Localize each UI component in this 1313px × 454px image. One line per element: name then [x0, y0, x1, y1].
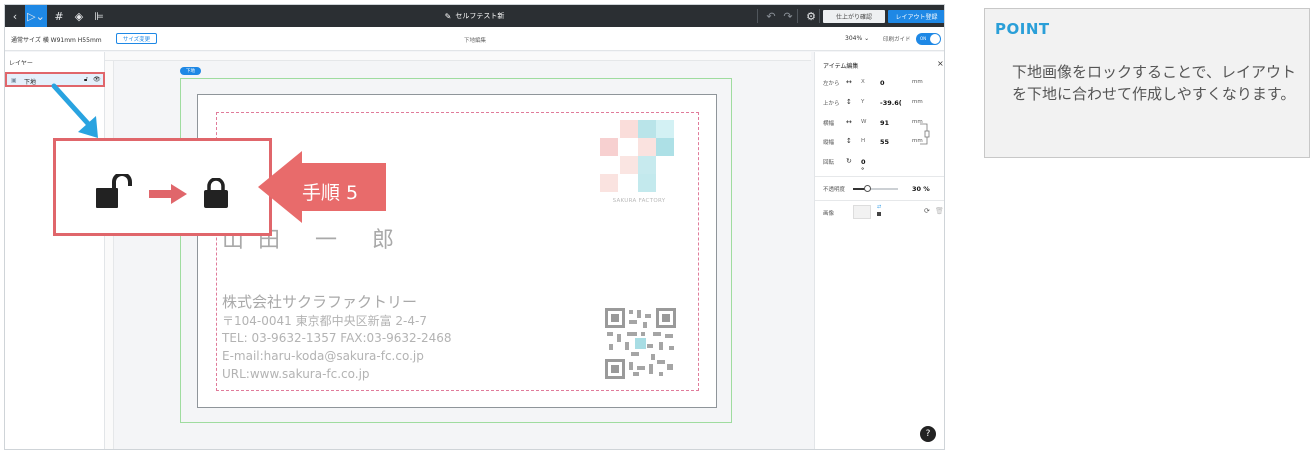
- pen-icon: ✎: [444, 11, 452, 21]
- opacity-value: 30 %: [912, 185, 930, 193]
- height-input[interactable]: 55: [880, 138, 889, 146]
- pointer-arrow: [51, 83, 98, 138]
- unlocked-icon: [96, 174, 132, 208]
- divider: [815, 176, 944, 177]
- zoom-value: 304%: [845, 35, 863, 42]
- arrow-right-icon: [149, 184, 187, 204]
- back-icon[interactable]: ‹: [5, 5, 25, 27]
- point-text: 下地画像をロックすることで、レイアウトを下地に合わせて作成しやすくなります。: [1012, 63, 1296, 103]
- horizontal-arrow-icon: ↔: [846, 118, 852, 126]
- x-input[interactable]: 0: [880, 79, 885, 87]
- point-box: POINT 下地画像をロックすることで、レイアウトを下地に合わせて作成しやすくな…: [984, 8, 1310, 158]
- vertical-arrow-icon: ↕: [846, 137, 852, 145]
- trash-icon[interactable]: 🗑︎: [935, 207, 944, 215]
- divider: [815, 200, 944, 201]
- mode-label: 下地編集: [463, 38, 486, 44]
- y-input[interactable]: -39.6(: [880, 99, 902, 107]
- sakura-logo: [600, 120, 674, 192]
- crop-icon[interactable]: [877, 212, 881, 216]
- phone-line: TEL: 03-9632-1357 FAX:03-9632-2468: [222, 331, 452, 345]
- layer-name: 下地: [24, 79, 37, 86]
- row-label: 左から: [823, 81, 840, 87]
- replace-image-icon[interactable]: ⇄: [877, 204, 881, 210]
- rotate-icon: ↻: [846, 157, 852, 165]
- toggle-knob: [930, 34, 940, 44]
- logo-text: SAKURA FACTORY: [612, 198, 666, 204]
- register-layout-button[interactable]: レイアウト登録: [888, 10, 944, 23]
- settings-icon[interactable]: ⚙: [801, 5, 821, 27]
- item-edit-panel: アイテム編集 × 左から ↔ X 0 mm 上から ↕ Y -39.6( mm …: [814, 52, 944, 449]
- top-toolbar: ‹ ▷⌄ # ◈ ⊫ ✎ セルフテスト新 ↶ ↷ ⚙ 仕上がり確認 レイアウト登…: [5, 5, 944, 27]
- opacity-slider[interactable]: [853, 185, 898, 192]
- url-line: URL:www.sakura-fc.co.jp: [222, 367, 370, 381]
- layers-title: レイヤー: [9, 60, 33, 67]
- axis-label: Y: [861, 99, 865, 105]
- size-label: 通常サイズ 横 W91mm H55mm: [11, 37, 102, 44]
- vertical-arrow-icon: ↕: [846, 98, 852, 106]
- row-label: 画像: [823, 211, 835, 217]
- slider-handle[interactable]: [863, 185, 871, 192]
- company-name: 株式会社サクラファクトリー: [222, 293, 418, 311]
- lock-callout: [53, 138, 272, 236]
- axis-label: W: [861, 119, 867, 125]
- row-label: 縦幅: [823, 140, 835, 146]
- close-icon[interactable]: ×: [937, 59, 944, 68]
- divider: [819, 9, 820, 23]
- print-guide-toggle[interactable]: ON: [916, 33, 941, 45]
- email-line: E-mail:haru-koda@sakura-fc.co.jp: [222, 349, 424, 363]
- grid-icon[interactable]: #: [49, 5, 69, 27]
- document-title-text: セルフテスト新: [455, 12, 505, 20]
- width-input[interactable]: 91: [880, 119, 889, 127]
- rotation-input[interactable]: 0 °: [861, 158, 866, 174]
- chevron-down-icon: ⌄: [864, 35, 870, 42]
- sub-toolbar: 通常サイズ 横 W91mm H55mm サイズ変更 下地編集 304% ⌄ 印刷…: [5, 27, 944, 51]
- link-ratio-icon[interactable]: [920, 122, 934, 146]
- axis-label: H: [861, 138, 866, 144]
- ruler-top: [105, 52, 811, 61]
- row-label: 上から: [823, 101, 840, 107]
- print-guide-label: 印刷ガイド: [883, 37, 911, 43]
- unit-label: mm: [912, 79, 923, 85]
- preview-button[interactable]: 仕上がり確認: [823, 10, 885, 23]
- select-tool-icon[interactable]: ▷⌄: [25, 5, 47, 27]
- image-thumbnail[interactable]: [853, 205, 871, 219]
- panel-title: アイテム編集: [823, 63, 859, 70]
- toggle-label: ON: [920, 36, 927, 41]
- step-label: 手順 5: [302, 182, 359, 204]
- address-line: 〒104-0041 東京都中央区新富 2-4-7: [222, 314, 427, 328]
- row-label: 回転: [823, 160, 835, 166]
- point-title: POINT: [995, 20, 1050, 38]
- locked-icon: [204, 178, 228, 208]
- divider: [797, 9, 798, 23]
- axis-label: X: [861, 79, 865, 85]
- redo-icon[interactable]: ↷: [778, 5, 798, 27]
- page-tag: 下地: [180, 67, 201, 75]
- qr-code: [605, 308, 676, 379]
- row-label: 不透明度: [823, 187, 846, 193]
- image-icon: ▣: [11, 77, 17, 84]
- align-icon[interactable]: ⊫: [89, 5, 109, 27]
- divider: [757, 9, 758, 23]
- horizontal-arrow-icon: ↔: [846, 78, 852, 86]
- zoom-select[interactable]: 304% ⌄: [845, 35, 869, 42]
- layers-icon[interactable]: ◈: [69, 5, 89, 27]
- refresh-icon[interactable]: ⟳: [924, 207, 930, 215]
- help-icon[interactable]: ?: [920, 426, 936, 442]
- size-change-button[interactable]: サイズ変更: [116, 33, 157, 44]
- row-label: 横幅: [823, 121, 835, 127]
- unit-label: mm: [912, 99, 923, 105]
